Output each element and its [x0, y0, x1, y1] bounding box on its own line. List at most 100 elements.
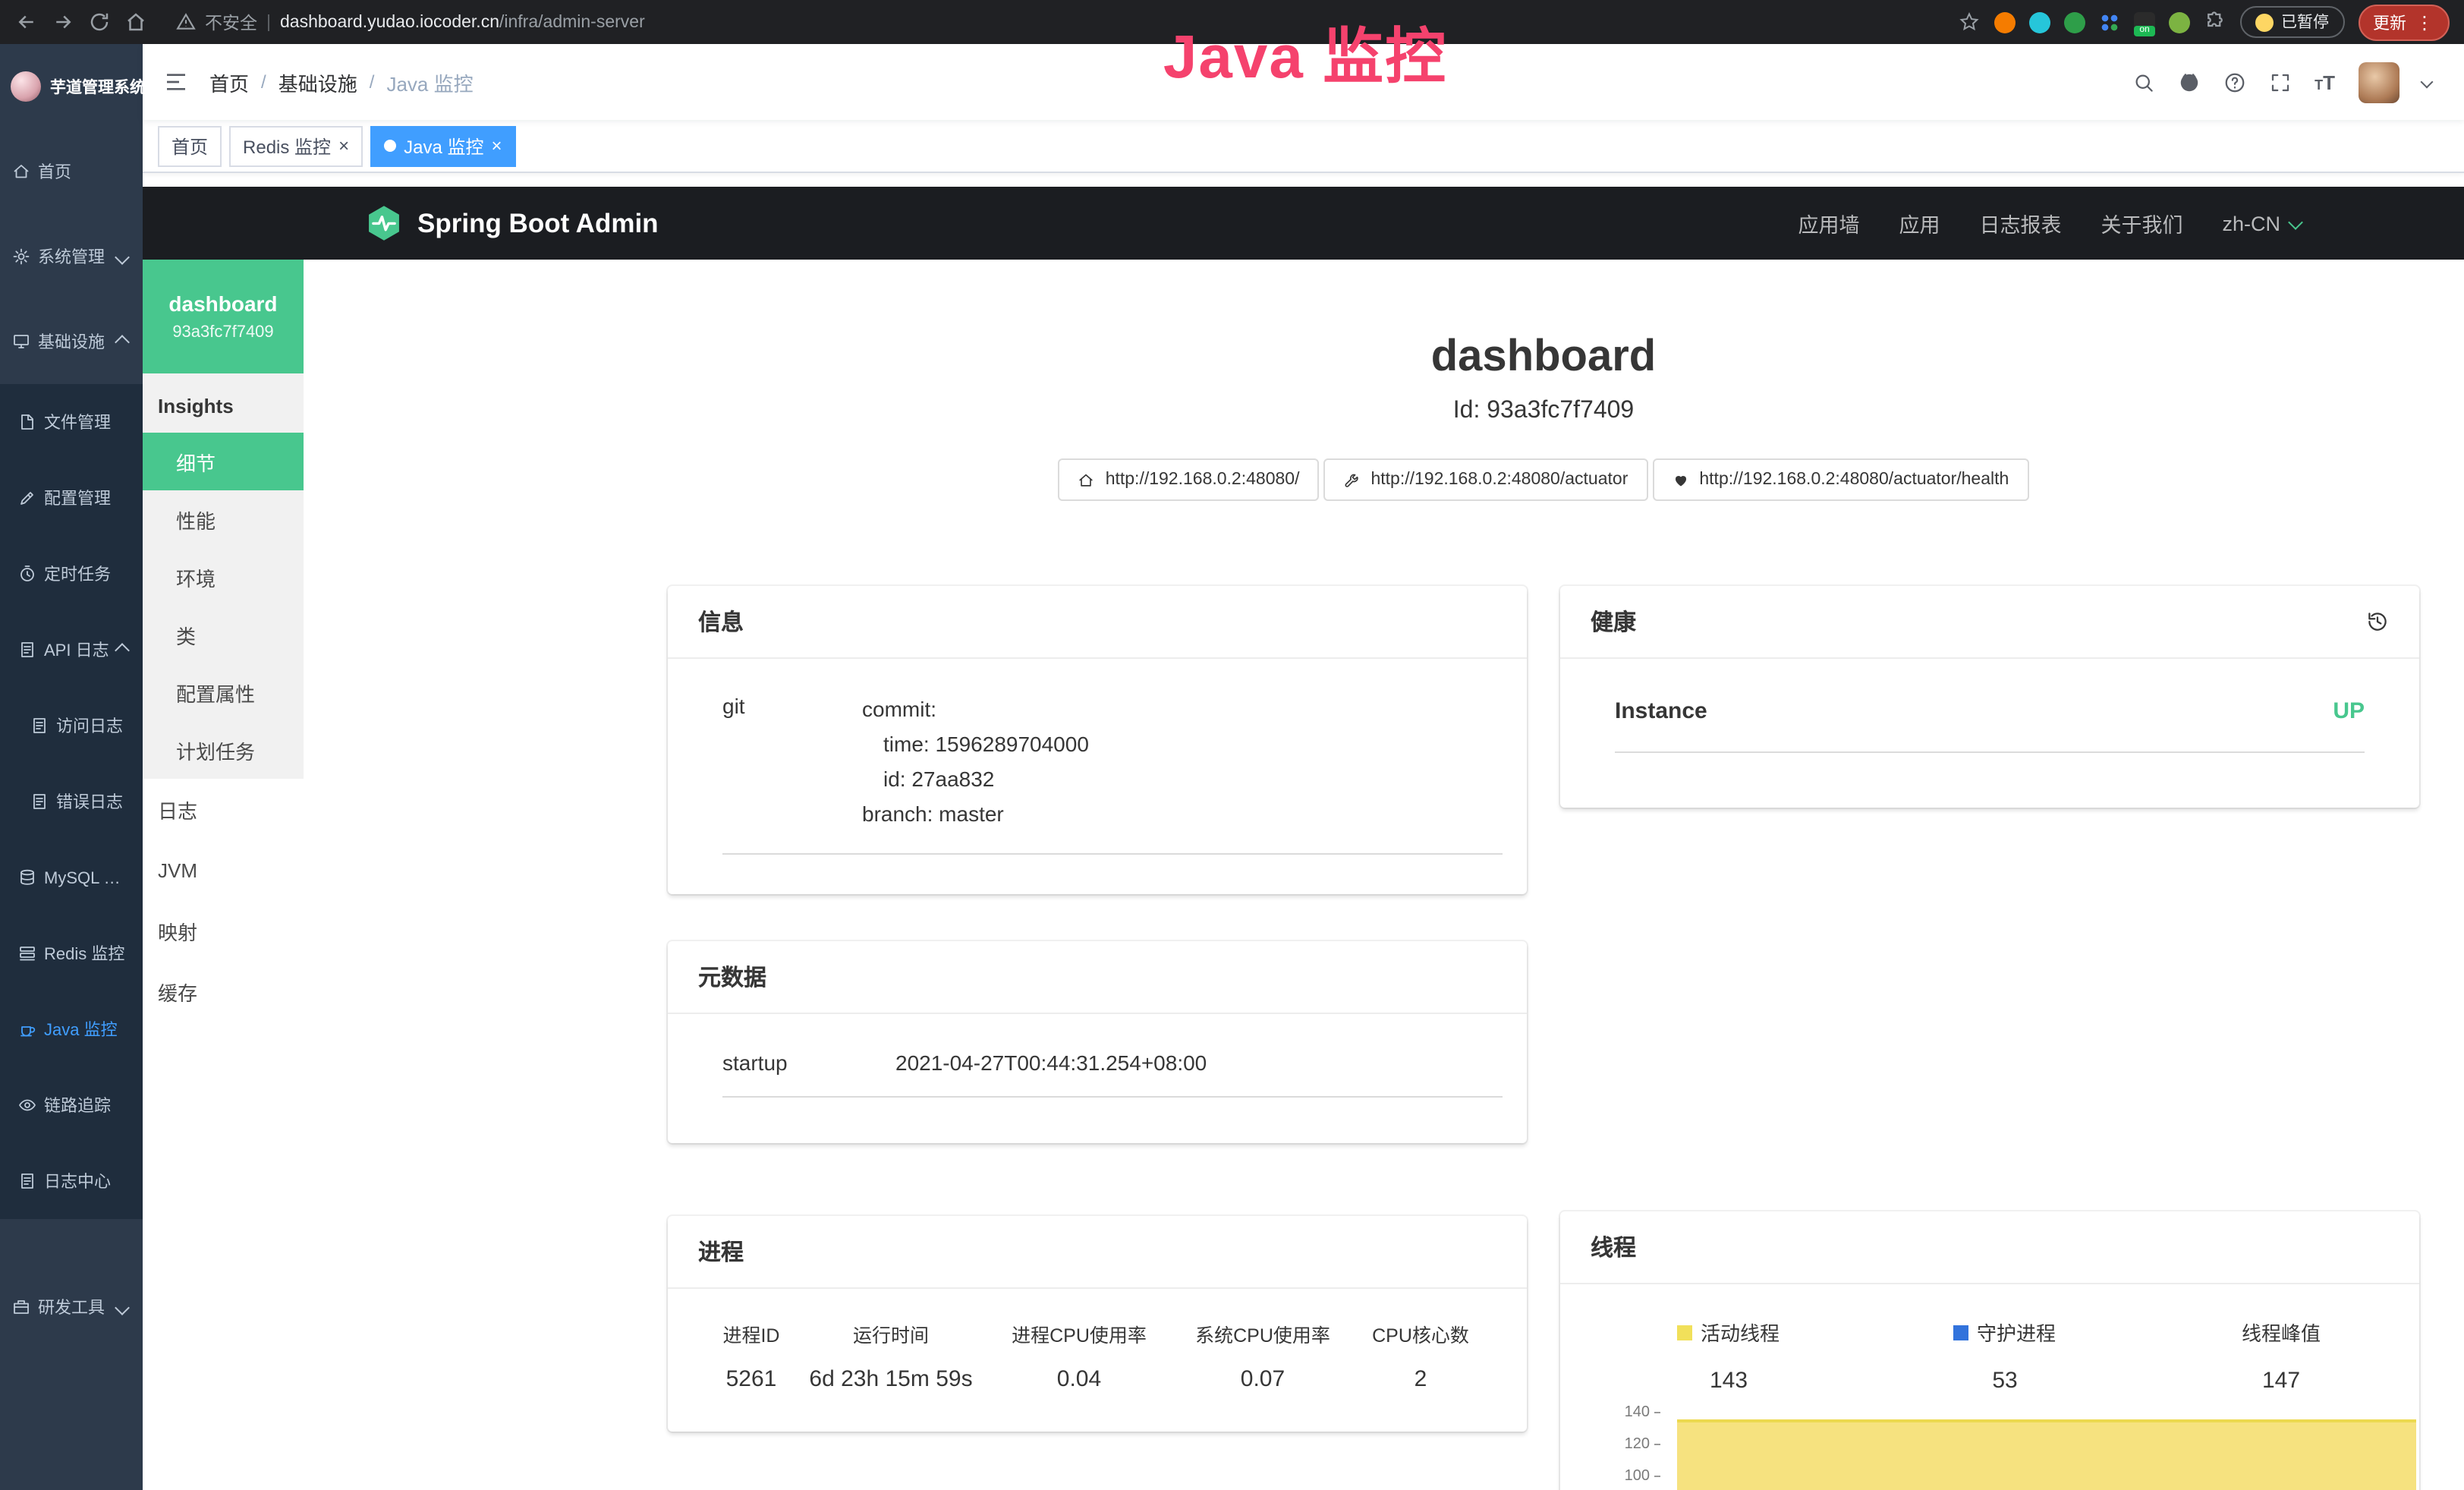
chrome-menu-icon[interactable]: ⋮ — [2415, 13, 2434, 31]
api-log-icon — [18, 641, 36, 659]
legend-item-live[interactable]: 活动线程 — [1591, 1318, 1867, 1347]
info-line: time: 1596289704000 — [883, 727, 1503, 762]
close-icon[interactable]: × — [491, 137, 502, 155]
sidebar-item-api-log[interactable]: API 日志 — [0, 612, 143, 688]
url-domain: dashboard.yudao.iocoder.cn — [280, 13, 499, 31]
tab-redis[interactable]: Redis 监控× — [229, 125, 363, 166]
breadcrumb-home[interactable]: 首页 — [209, 68, 249, 96]
sidebar-item-infra[interactable]: 基础设施 — [0, 299, 143, 384]
sba-sidebar-item-metrics[interactable]: 性能 — [143, 490, 304, 548]
sba-sidebar-item-logfile[interactable]: 日志 — [143, 779, 304, 840]
sba-sidebar-item-scheduledtasks[interactable]: 计划任务 — [143, 721, 304, 779]
right-column: 健康 Instance UP — [1560, 586, 2419, 1490]
sba-body: dashboard 93a3fc7f7409 Insights 细节性能环境类配… — [143, 260, 2464, 1490]
history-icon[interactable] — [2366, 610, 2389, 633]
legend-label: 活动线程 — [1701, 1318, 1780, 1347]
sba-sidebar-item-caches[interactable]: 缓存 — [143, 961, 304, 1022]
sba-nav-journal[interactable]: 日志报表 — [1979, 208, 2061, 238]
teal-drop-icon[interactable] — [2029, 11, 2050, 33]
legend-item-peak[interactable]: 线程峰值 — [2143, 1318, 2419, 1347]
sidebar-item-access-log[interactable]: 访问日志 — [0, 688, 143, 764]
green-circle-icon[interactable] — [2064, 11, 2085, 33]
sba-sidebar-item-jvm[interactable]: JVM — [143, 840, 304, 900]
instance-link-label: http://192.168.0.2:48080/actuator — [1370, 471, 1628, 489]
live-threads-area — [1677, 1419, 2416, 1490]
back-icon[interactable] — [15, 11, 38, 33]
devtool-icon — [12, 1298, 30, 1316]
instance-link-actuator[interactable]: http://192.168.0.2:48080/actuator — [1323, 458, 1647, 501]
sba-sidebar-item-details[interactable]: 细节 — [143, 433, 304, 490]
process-panel: 进程 进程ID运行时间进程CPU使用率系统CPU使用率CPU核心数 52616d… — [668, 1216, 1527, 1432]
sidebar-item-job[interactable]: 定时任务 — [0, 536, 143, 612]
chrome-update-button[interactable]: 更新 ⋮ — [2358, 4, 2449, 40]
access-log-icon — [30, 717, 49, 735]
sba-nav-wall[interactable]: 应用墙 — [1798, 208, 1859, 238]
forward-icon[interactable] — [52, 11, 74, 33]
sba-sidebar-item-classes[interactable]: 类 — [143, 606, 304, 663]
breadcrumb-infra[interactable]: 基础设施 — [278, 68, 357, 96]
breadcrumb: 首页 / 基础设施 / Java 监控 — [209, 68, 474, 96]
page-url: dashboard.yudao.iocoder.cn/infra/admin-s… — [280, 13, 645, 31]
orange-circle-icon[interactable] — [1994, 11, 2016, 33]
font-size-icon[interactable]: TT — [2315, 72, 2335, 92]
leaf-icon[interactable] — [2169, 11, 2190, 33]
profile-paused-badge[interactable]: 已暂停 — [2240, 6, 2344, 38]
top-navbar: 首页 / 基础设施 / Java 监控 TT — [143, 44, 2464, 120]
instance-link-base[interactable]: http://192.168.0.2:48080/ — [1059, 458, 1320, 501]
tampermonkey-on-icon[interactable]: on — [2134, 11, 2155, 33]
address-bar[interactable]: 不安全 | dashboard.yudao.iocoder.cn/infra/a… — [176, 10, 645, 34]
health-panel-body: Instance UP — [1560, 659, 2419, 808]
sidebar-item-java[interactable]: Java 监控 — [0, 991, 143, 1067]
sba-nav-applications[interactable]: 应用 — [1899, 208, 1940, 238]
tab-java[interactable]: Java 监控× — [370, 125, 515, 166]
tab-home[interactable]: 首页 — [158, 125, 222, 166]
url-path: /infra/admin-server — [499, 13, 645, 31]
sidebar-item-config[interactable]: 配置管理 — [0, 460, 143, 536]
browser-chrome: 不安全 | dashboard.yudao.iocoder.cn/infra/a… — [0, 0, 2464, 44]
reload-icon[interactable] — [88, 11, 111, 33]
sba-container: dashboard Id: 93a3fc7f7409 http://192.16… — [668, 332, 2419, 1490]
puzzle-icon[interactable] — [2204, 11, 2226, 33]
process-column-header: 进程ID — [698, 1319, 804, 1348]
sidebar-item-mysql[interactable]: MySQL 监控 — [0, 840, 143, 915]
sidebar-item-system[interactable]: 系统管理 — [0, 214, 143, 299]
sba-sidebar-item-mappings[interactable]: 映射 — [143, 900, 304, 961]
help-icon[interactable] — [2223, 71, 2246, 93]
sba-content: dashboard Id: 93a3fc7f7409 http://192.16… — [304, 260, 2464, 1490]
threads-panel: 线程 活动线程守护进程线程峰值 14353147 140 120 100 — [1560, 1211, 2419, 1490]
process-column-header: CPU核心数 — [1345, 1319, 1496, 1348]
sidebar-item-tracer[interactable]: 链路追踪 — [0, 1067, 143, 1143]
insights-label: Insights — [143, 373, 304, 433]
instance-link-health[interactable]: http://192.168.0.2:48080/actuator/health — [1652, 458, 2028, 501]
legend-item-daemon[interactable]: 守护进程 — [1867, 1318, 2143, 1347]
bookmark-star-icon[interactable] — [1958, 11, 1981, 33]
user-avatar[interactable] — [2358, 61, 2399, 102]
sidebar-item-file[interactable]: 文件管理 — [0, 384, 143, 460]
y-axis-tick: 140 — [1560, 1406, 1660, 1421]
search-icon[interactable] — [2132, 71, 2155, 93]
legend-value-live: 143 — [1591, 1368, 1867, 1394]
sba-sidebar-item-env[interactable]: 环境 — [143, 548, 304, 606]
blue-grid-icon[interactable] — [2099, 11, 2120, 33]
app-shell: 芋道管理系统 首页系统管理基础设施文件管理配置管理定时任务API 日志访问日志错… — [0, 44, 2464, 1490]
instance-block[interactable]: dashboard 93a3fc7f7409 — [143, 260, 304, 373]
fullscreen-icon[interactable] — [2269, 71, 2292, 93]
close-icon[interactable]: × — [338, 137, 349, 155]
sba-sidebar: dashboard 93a3fc7f7409 Insights 细节性能环境类配… — [143, 260, 304, 1490]
sidebar-item-error-log[interactable]: 错误日志 — [0, 764, 143, 840]
sba-sidebar-item-configprops[interactable]: 配置属性 — [143, 663, 304, 721]
home-icon[interactable] — [124, 11, 147, 33]
info-panel-body: git commit:time: 1596289704000id: 27aa83… — [668, 659, 1527, 894]
sba-nav: 应用墙 应用 日志报表 关于我们 zh-CN — [1798, 208, 2300, 238]
github-icon[interactable] — [2178, 71, 2201, 93]
hamburger-icon[interactable] — [164, 70, 188, 94]
sidebar-item-log-center[interactable]: 日志中心 — [0, 1143, 143, 1219]
sidebar-item-dev-tools[interactable]: 研发工具 — [0, 1265, 143, 1350]
sidebar-item-home[interactable]: 首页 — [0, 129, 143, 214]
sba-nav-about[interactable]: 关于我们 — [2101, 208, 2182, 238]
chevron-down-icon[interactable] — [2420, 76, 2433, 89]
locale-select[interactable]: zh-CN — [2222, 212, 2300, 235]
threads-panel-body: 活动线程守护进程线程峰值 14353147 140 120 100 — [1560, 1284, 2419, 1490]
browser-toolbar-right: on 已暂停 更新 ⋮ — [1958, 4, 2449, 40]
sidebar-item-redis[interactable]: Redis 监控 — [0, 915, 143, 991]
